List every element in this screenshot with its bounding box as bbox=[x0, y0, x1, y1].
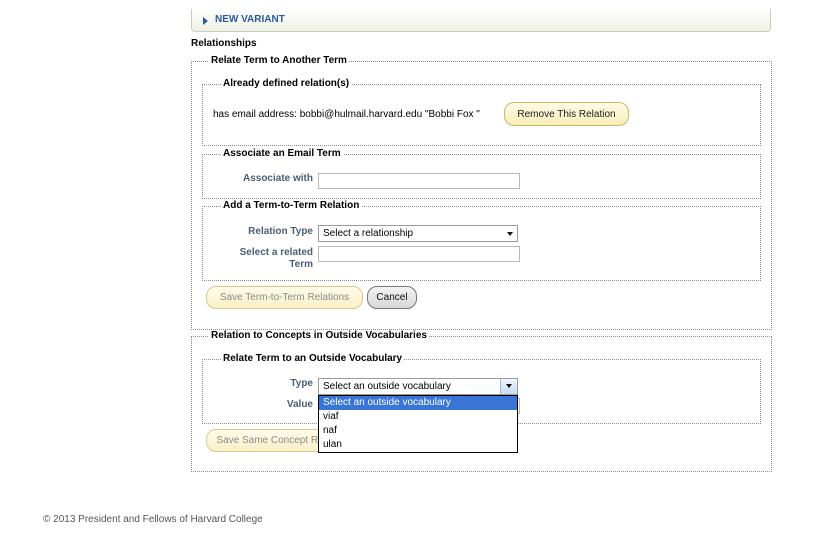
dropdown-option[interactable]: Select an outside vocabulary bbox=[319, 396, 517, 410]
related-term-label: Select a related Term bbox=[239, 247, 313, 270]
type-label: Type bbox=[290, 378, 313, 389]
associate-with-input[interactable] bbox=[318, 173, 520, 189]
outside-vocab-legend: Relation to Concepts in Outside Vocabula… bbox=[209, 330, 429, 342]
new-variant-label: NEW VARIANT bbox=[215, 14, 285, 25]
footer-copyright: © 2013 President and Fellows of Harvard … bbox=[43, 514, 263, 525]
relation-type-label: Relation Type bbox=[248, 226, 313, 237]
relationships-title: Relationships bbox=[191, 38, 257, 49]
new-variant-bar[interactable]: NEW VARIANT bbox=[191, 9, 771, 32]
outside-vocab-inner-legend: Relate Term to an Outside Vocabulary bbox=[221, 353, 405, 365]
chevron-down-icon bbox=[507, 232, 513, 236]
vocab-dropdown-list: Select an outside vocabulary viaf naf ul… bbox=[318, 395, 518, 453]
defined-relations-legend: Already defined relation(s) bbox=[221, 78, 352, 90]
term-to-term-legend: Add a Term-to-Term Relation bbox=[221, 200, 362, 212]
vocab-type-selected: Select an outside vocabulary bbox=[323, 381, 451, 392]
relation-text: has email address: bobbi@hulmail.harvard… bbox=[213, 109, 480, 120]
remove-relation-button[interactable]: Remove This Relation bbox=[504, 102, 629, 126]
vocab-type-select[interactable]: Select an outside vocabulary bbox=[318, 378, 518, 395]
dropdown-option[interactable]: viaf bbox=[319, 410, 517, 424]
related-term-input[interactable] bbox=[318, 246, 520, 262]
dropdown-button[interactable] bbox=[500, 379, 517, 394]
dropdown-option[interactable]: ulan bbox=[319, 438, 517, 452]
relation-type-select[interactable]: Select a relationship bbox=[318, 225, 518, 242]
email-term-legend: Associate an Email Term bbox=[221, 148, 343, 160]
save-term-relations-button[interactable]: Save Term-to-Term Relations bbox=[206, 286, 363, 309]
dropdown-option[interactable]: naf bbox=[319, 424, 517, 438]
relation-type-selected: Select a relationship bbox=[323, 228, 414, 239]
associate-with-label: Associate with bbox=[242, 173, 313, 184]
expand-triangle-icon bbox=[203, 17, 208, 25]
cancel-button[interactable]: Cancel bbox=[367, 286, 417, 309]
chevron-down-icon bbox=[506, 384, 512, 388]
value-label: Value bbox=[286, 399, 313, 410]
relate-term-legend: Relate Term to Another Term bbox=[209, 55, 349, 67]
